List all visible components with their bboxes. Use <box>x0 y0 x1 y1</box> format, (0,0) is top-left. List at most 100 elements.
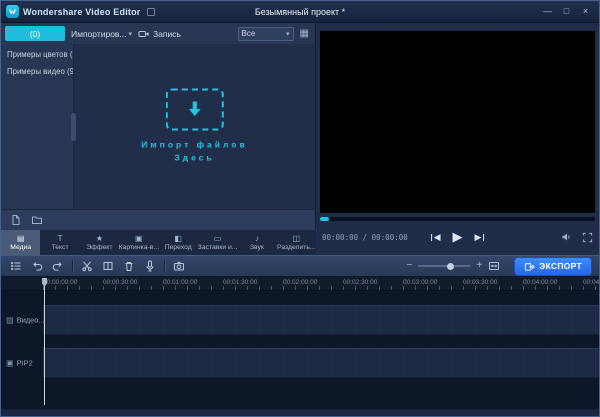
play-button[interactable]: ▶ <box>453 229 463 245</box>
ruler-label: 00:02:30:00 <box>343 279 403 286</box>
ruler-label: 00:00:30:00 <box>103 279 163 286</box>
media-toolbar: (0) Импортиров... ▾ Запись Все ▾ ▦ <box>1 23 315 44</box>
media-folder-item[interactable]: Примеры цветов (13) <box>1 46 73 63</box>
tab-icon: ◧ <box>174 234 182 244</box>
pin-icon[interactable] <box>147 8 155 16</box>
mode-tab[interactable]: ▭ Заставки и... <box>198 230 237 255</box>
add-file-icon[interactable] <box>10 214 22 226</box>
timeline-toolbar: − + ЭКСПОРТ <box>1 255 599 277</box>
tab-label: Картинка-в... <box>119 244 158 252</box>
media-filter-select[interactable]: Все ▾ <box>238 27 294 41</box>
dropzone-text-line2: Здесь <box>174 152 214 162</box>
timeline-ruler[interactable]: 00:00:00:0000:00:30:0000:01:00:0000:01:3… <box>1 277 599 291</box>
project-title: Безымянный проект * <box>255 7 345 17</box>
track-lane[interactable] <box>43 348 599 378</box>
media-content-area: Импорт файлов Здесь <box>73 44 315 209</box>
mode-tabs: ▤ Медиа Т Текст ★ Эффект ▣ Картинка-в...… <box>1 229 316 255</box>
mode-tab[interactable]: ◫ Разделить... <box>277 230 316 255</box>
videocam-icon <box>138 28 150 40</box>
track-icon: ▤ <box>6 316 14 324</box>
mode-tab[interactable]: ★ Эффект <box>80 230 119 255</box>
mode-tab[interactable]: ◧ Переход <box>159 230 198 255</box>
mode-tab[interactable]: ♪ Звук <box>237 230 276 255</box>
fit-timeline-icon[interactable] <box>488 260 500 272</box>
zoom-out-button[interactable]: − <box>406 261 412 271</box>
undo-button[interactable] <box>30 259 44 273</box>
tab-label: Разделить... <box>277 244 316 252</box>
minimize-button[interactable]: — <box>539 4 556 19</box>
dropzone-text-line1: Импорт файлов <box>141 139 247 149</box>
timeline-area[interactable]: ▤ Видео... ▣ PIP2 <box>1 291 599 408</box>
ruler-label: 00:01:30:00 <box>223 279 283 286</box>
media-nav-list: Примеры цветов (13)Примеры видео (9) <box>1 44 73 209</box>
media-body: Примеры цветов (13)Примеры видео (9) Имп… <box>1 44 315 209</box>
import-dropzone[interactable]: Импорт файлов Здесь <box>141 88 247 162</box>
zoom-slider[interactable] <box>418 265 470 267</box>
record-button[interactable]: Запись <box>138 28 181 40</box>
panel-splitter[interactable] <box>71 113 76 141</box>
close-button[interactable]: × <box>577 4 594 19</box>
import-label: Импортиров... <box>71 29 127 39</box>
chevron-down-icon: ▾ <box>129 30 133 38</box>
next-glyph: ▶ <box>475 232 482 243</box>
maximize-button[interactable]: □ <box>558 4 575 19</box>
mode-tab[interactable]: ▣ Картинка-в... <box>119 230 158 255</box>
split-button[interactable] <box>80 259 94 273</box>
media-library-panel: (0) Импортиров... ▾ Запись Все ▾ ▦ Приме… <box>1 23 316 229</box>
fullscreen-icon[interactable] <box>582 232 593 243</box>
media-count-tab[interactable]: (0) <box>5 26 65 41</box>
preview-seekbar[interactable] <box>320 217 595 221</box>
preview-controls: 00:00:00 / 00:00:00 ◀ ▶ ▶ <box>322 223 593 251</box>
zoom-in-button[interactable]: + <box>476 261 482 271</box>
track-header[interactable]: ▣ PIP2 <box>6 359 33 368</box>
preview-screen[interactable] <box>320 31 595 213</box>
preview-right-controls <box>561 231 593 243</box>
track-lane[interactable] <box>43 305 599 335</box>
zoom-controls: − + <box>406 260 500 272</box>
ruler-label: 00:01:00:00 <box>163 279 223 286</box>
tab-icon: ▤ <box>17 234 25 244</box>
crop-button[interactable] <box>101 259 115 273</box>
mode-tab[interactable]: Т Текст <box>40 230 79 255</box>
ruler-label: 00:00:00:00 <box>43 279 103 286</box>
mode-tab[interactable]: ▤ Медиа <box>1 230 40 255</box>
filter-value: Все <box>242 29 256 38</box>
bar-glyph <box>483 234 485 241</box>
record-voiceover-button[interactable] <box>143 259 157 273</box>
timeline-track: ▤ Видео... <box>1 305 599 335</box>
record-label: Запись <box>153 29 181 39</box>
track-manager-button[interactable] <box>9 259 23 273</box>
tab-label: Эффект <box>86 244 112 252</box>
next-frame-button[interactable]: ▶ <box>475 232 485 243</box>
tab-icon: ▭ <box>214 234 222 244</box>
tab-label: Текст <box>52 244 69 252</box>
export-icon <box>524 261 535 272</box>
media-bottombar <box>1 209 315 229</box>
snapshot-button[interactable] <box>172 259 186 273</box>
window-controls: — □ × <box>539 4 594 19</box>
tab-icon: ▣ <box>135 234 143 244</box>
tab-label: Медиа <box>10 244 31 252</box>
titlebar: Wondershare Video Editor Безымянный прое… <box>1 1 599 23</box>
zoom-slider-handle[interactable] <box>447 263 454 270</box>
track-header[interactable]: ▤ Видео... <box>6 316 45 325</box>
export-label: ЭКСПОРТ <box>539 261 582 271</box>
ruler-label: 00:02:00:00 <box>283 279 343 286</box>
track-icon: ▣ <box>6 359 14 367</box>
delete-button[interactable] <box>122 259 136 273</box>
transport-controls: ◀ ▶ ▶ <box>431 229 485 245</box>
grid-view-icon[interactable]: ▦ <box>300 29 309 39</box>
timeline-track: ▣ PIP2 <box>1 348 599 378</box>
ruler-label: 00:03:30:00 <box>463 279 523 286</box>
add-folder-icon[interactable] <box>31 214 43 226</box>
toolbar-divider <box>72 260 73 272</box>
ruler-label: 00:04:00:00 <box>523 279 583 286</box>
volume-icon[interactable] <box>561 231 573 243</box>
previous-frame-button[interactable]: ◀ <box>431 232 441 243</box>
redo-button[interactable] <box>51 259 65 273</box>
export-button[interactable]: ЭКСПОРТ <box>515 258 591 275</box>
media-folder-item[interactable]: Примеры видео (9) <box>1 63 73 80</box>
playhead[interactable] <box>41 278 48 405</box>
import-dropdown-button[interactable]: Импортиров... ▾ <box>71 29 132 39</box>
preview-panel: 00:00:00 / 00:00:00 ◀ ▶ ▶ <box>316 23 599 255</box>
